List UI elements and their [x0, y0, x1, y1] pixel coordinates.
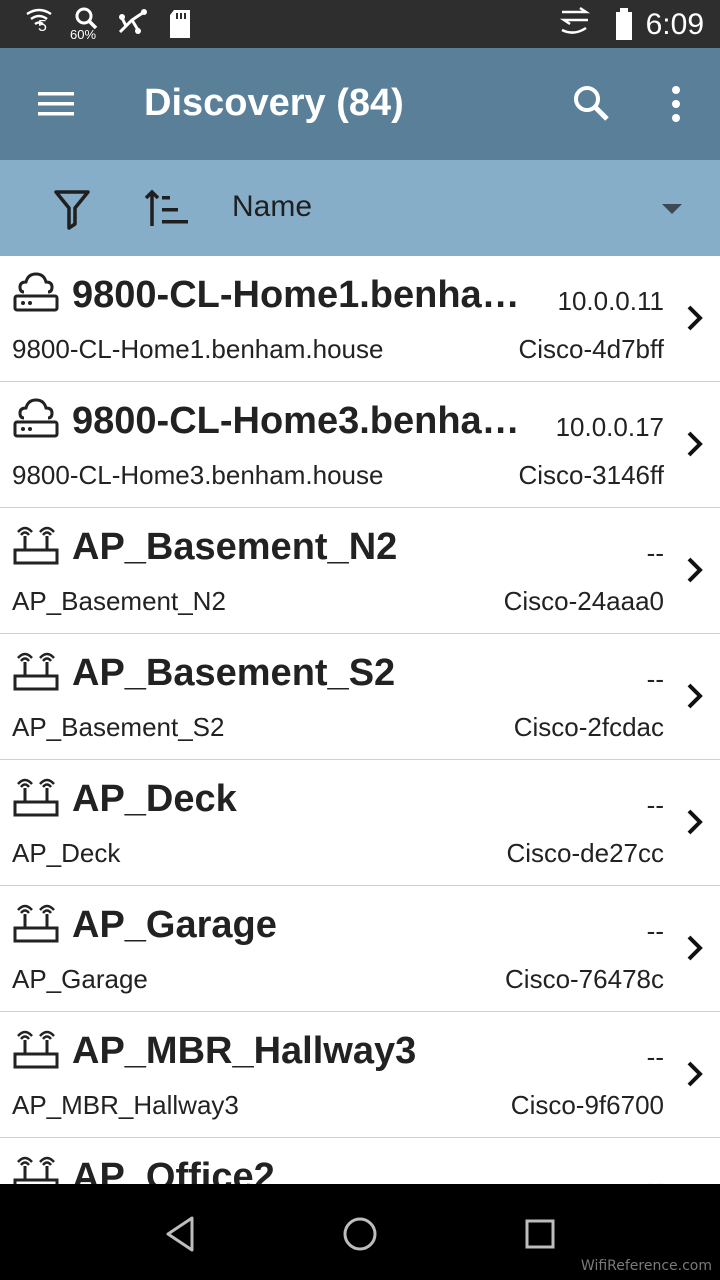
access-point-icon: [13, 526, 59, 565]
device-row[interactable]: AP_Basement_S2 -- AP_Basement_S2 Cisco-2…: [0, 634, 720, 760]
device-vendor-mac: Cisco-2fcdac: [513, 712, 664, 742]
chevron-right-icon: [687, 1061, 703, 1087]
sd-card-icon: [170, 10, 190, 38]
search-icon[interactable]: [570, 82, 614, 126]
chevron-right-icon: [687, 935, 703, 961]
chevron-right-icon: [687, 557, 703, 583]
device-ip: --: [646, 1042, 664, 1072]
device-name: AP_Garage: [72, 904, 277, 946]
device-vendor-mac: Cisco-24aaa0: [503, 586, 664, 616]
wifi-level-text: 5: [38, 18, 47, 35]
access-point-icon: [13, 1030, 59, 1069]
recent-apps-icon[interactable]: [518, 1212, 562, 1256]
battery-icon: [616, 8, 632, 40]
chevron-right-icon: [687, 305, 703, 331]
device-name: 9800-CL-Home1.benha…: [72, 274, 520, 316]
filter-sort-bar: Name: [0, 160, 720, 256]
device-vendor-mac: Cisco-9f6700: [510, 1090, 664, 1120]
device-row[interactable]: AP_Deck -- AP_Deck Cisco-de27cc: [0, 760, 720, 886]
device-ip: 10.0.0.17: [555, 412, 664, 442]
chevron-right-icon: [687, 683, 703, 709]
device-name: AP_Basement_S2: [72, 652, 396, 694]
device-ip: --: [646, 1168, 664, 1184]
data-transfer-icon: [559, 6, 591, 34]
access-point-icon: [13, 652, 59, 691]
device-ip: --: [646, 664, 664, 694]
device-row[interactable]: 9800-CL-Home1.benha… 10.0.0.11 9800-CL-H…: [0, 256, 720, 382]
home-icon[interactable]: [338, 1212, 382, 1256]
device-row[interactable]: AP_Basement_N2 -- AP_Basement_N2 Cisco-2…: [0, 508, 720, 634]
filter-icon[interactable]: [52, 188, 92, 230]
app-bar: Discovery (84): [0, 48, 720, 160]
device-row[interactable]: AP_Office2 --: [0, 1138, 720, 1184]
watermark: WifiReference.com: [580, 1258, 712, 1274]
hamburger-menu-icon[interactable]: [36, 86, 76, 122]
device-hostname: AP_Garage: [12, 964, 148, 994]
dropdown-arrow-icon[interactable]: [660, 202, 684, 216]
device-name: 9800-CL-Home3.benha…: [72, 400, 520, 442]
device-list: 9800-CL-Home1.benha… 10.0.0.11 9800-CL-H…: [0, 256, 720, 1184]
access-point-icon: [13, 904, 59, 943]
device-row[interactable]: AP_Garage -- AP_Garage Cisco-76478c: [0, 886, 720, 1012]
device-vendor-mac: Cisco-3146ff: [518, 460, 665, 490]
device-ip: --: [646, 916, 664, 946]
device-name: AP_MBR_Hallway3: [72, 1030, 417, 1072]
clock: 6:09: [645, 8, 704, 41]
battery-saver-percent: 60%: [70, 27, 97, 42]
access-point-icon: [13, 1156, 59, 1184]
status-bar: 5 60% 6:09: [0, 0, 720, 48]
sort-field-select[interactable]: Name: [232, 190, 312, 224]
device-name: AP_Office2: [72, 1156, 275, 1184]
wlc-cloud-icon: [13, 272, 59, 312]
device-name: AP_Basement_N2: [72, 526, 398, 568]
chevron-right-icon: [687, 431, 703, 457]
device-ip: --: [646, 538, 664, 568]
device-ip: 10.0.0.11: [557, 286, 664, 316]
sort-order-icon[interactable]: [144, 188, 190, 230]
back-icon[interactable]: [158, 1212, 202, 1256]
device-vendor-mac: Cisco-4d7bff: [518, 334, 665, 364]
usb-icon: [118, 9, 147, 34]
device-hostname: AP_Deck: [12, 838, 121, 868]
page-title: Discovery (84): [144, 82, 404, 124]
device-hostname: AP_MBR_Hallway3: [12, 1090, 239, 1120]
device-hostname: 9800-CL-Home3.benham.house: [12, 460, 384, 490]
chevron-right-icon: [687, 809, 703, 835]
device-row[interactable]: 9800-CL-Home3.benha… 10.0.0.17 9800-CL-H…: [0, 382, 720, 508]
device-hostname: AP_Basement_S2: [12, 712, 225, 742]
device-ip: --: [646, 790, 664, 820]
device-hostname: 9800-CL-Home1.benham.house: [12, 334, 384, 364]
access-point-icon: [13, 778, 59, 817]
device-hostname: AP_Basement_N2: [12, 586, 226, 616]
device-row[interactable]: AP_MBR_Hallway3 -- AP_MBR_Hallway3 Cisco…: [0, 1012, 720, 1138]
device-name: AP_Deck: [72, 778, 237, 820]
overflow-menu-icon[interactable]: [660, 82, 692, 126]
device-vendor-mac: Cisco-de27cc: [506, 838, 664, 868]
system-nav-bar: WifiReference.com: [0, 1184, 720, 1280]
wlc-cloud-icon: [13, 398, 59, 438]
device-vendor-mac: Cisco-76478c: [505, 964, 664, 994]
